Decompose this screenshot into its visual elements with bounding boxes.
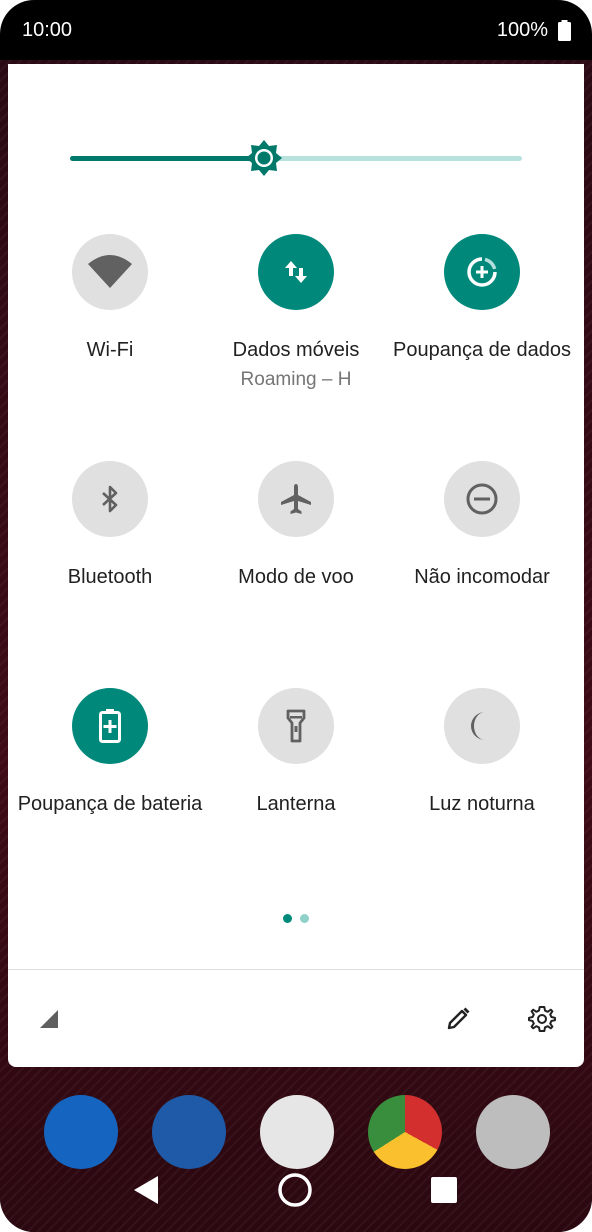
do-not-disturb-icon [466,483,498,515]
tile-bluetooth[interactable]: Bluetooth [15,461,205,590]
tile-data-saver-button[interactable] [444,234,520,310]
tile-label: Bluetooth [67,566,153,588]
tile-wifi[interactable]: Wi-Fi [15,234,205,363]
recents-icon[interactable] [430,1176,458,1204]
tile-bluetooth-button[interactable] [72,461,148,537]
tile-night-light[interactable]: Luz noturna [387,688,577,817]
back-icon[interactable] [132,1175,160,1205]
mobile-data-icon [285,261,307,283]
navigation-bar [0,1150,592,1232]
tile-flashlight[interactable]: Lanterna [201,688,391,817]
tile-battery-saver[interactable]: Poupança de bateria [15,688,205,817]
bluetooth-icon [102,485,118,513]
tile-label: Modo de voo [238,566,354,588]
battery-percentage: 100% [496,19,548,41]
tile-label: Lanterna [256,793,336,815]
tile-airplane-mode[interactable]: Modo de voo [201,461,391,590]
tile-label: Luz noturna [429,793,535,815]
battery-saver-icon [99,709,121,743]
quick-settings-panel: Wi-Fi Dados móveis Roaming – H Poupança … [8,64,584,1067]
settings-icon[interactable] [528,1005,556,1033]
tile-label: Poupança de dados [393,339,571,361]
tile-battery-saver-button[interactable] [72,688,148,764]
page-indicator [283,914,323,924]
footer-divider [8,969,584,970]
data-saver-icon [467,257,497,287]
home-icon[interactable] [277,1172,313,1208]
wifi-icon [88,255,132,288]
tile-data-saver[interactable]: Poupança de dados [387,234,577,363]
page-dot-active [283,914,292,923]
tile-mobile-data-button[interactable] [258,234,334,310]
tile-wifi-button[interactable] [72,234,148,310]
flashlight-icon [286,709,306,743]
status-time: 10:00 [22,19,73,41]
tile-flashlight-button[interactable] [258,688,334,764]
tile-do-not-disturb-button[interactable] [444,461,520,537]
tile-label: Dados móveis [232,339,360,361]
tile-airplane-mode-button[interactable] [258,461,334,537]
phone-screen: 10:00 100% Wi-Fi Dados móveis Roaming – … [0,0,592,1232]
edit-icon[interactable] [445,1006,471,1032]
tile-mobile-data[interactable]: Dados móveis Roaming – H [201,234,391,393]
battery-icon [558,20,571,41]
tile-label: Poupança de bateria [17,793,203,815]
tile-do-not-disturb[interactable]: Não incomodar [387,461,577,590]
brightness-icon[interactable] [245,139,283,177]
brightness-slider[interactable] [70,140,522,176]
status-bar: 10:00 100% [0,0,592,64]
airplane-icon [281,484,311,514]
tile-night-light-button[interactable] [444,688,520,764]
page-dot [300,914,309,923]
signal-icon [40,1010,58,1028]
night-light-icon [471,712,485,740]
tile-sublabel: Roaming – H [240,369,352,390]
tile-label: Wi-Fi [86,339,134,361]
brightness-track-fill [70,156,265,161]
tile-label: Não incomodar [414,566,550,588]
